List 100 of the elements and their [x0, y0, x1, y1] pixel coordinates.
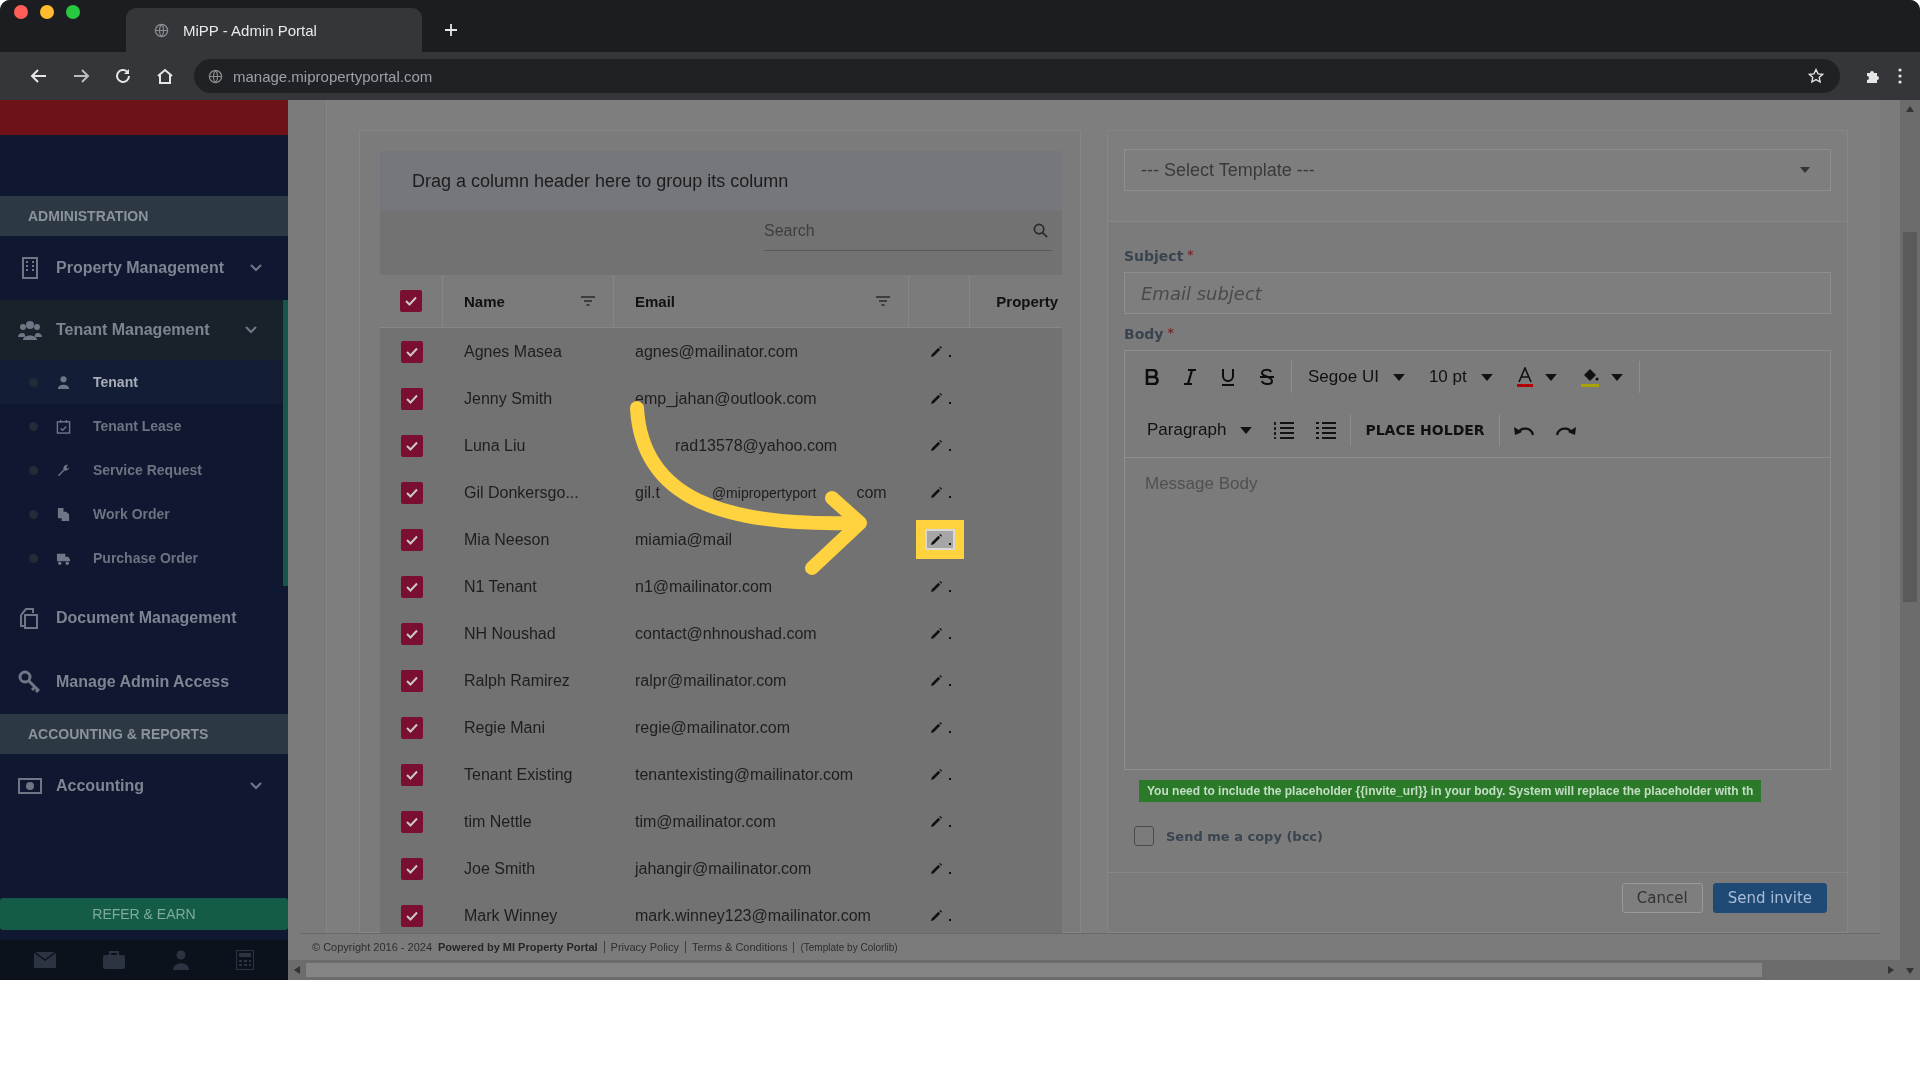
- email-cell: emp_jahan@outlook.com: [635, 389, 817, 407]
- close-window-button[interactable]: [14, 5, 28, 19]
- paragraph-dropdown[interactable]: Paragraph: [1147, 420, 1253, 440]
- checkmark-icon: [404, 294, 418, 308]
- placeholder-button[interactable]: PLACE HOLDER: [1365, 422, 1485, 438]
- row-checkbox[interactable]: [400, 387, 423, 410]
- filter-icon[interactable]: [581, 296, 595, 306]
- bulleted-list-icon[interactable]: [1316, 421, 1337, 439]
- italic-icon[interactable]: [1183, 369, 1197, 385]
- strikethrough-icon[interactable]: [1259, 368, 1275, 386]
- files-icon: [56, 506, 71, 522]
- email-cell: regie@mailinator.com: [635, 718, 790, 736]
- email-cell: rad13578@yahoo.com: [675, 436, 838, 454]
- bcc-checkbox[interactable]: [1134, 826, 1154, 846]
- select-all-checkbox[interactable]: [400, 290, 422, 312]
- pencil-icon: [929, 768, 943, 781]
- sidebar-item[interactable]: Property Management: [0, 236, 288, 300]
- caret-icon[interactable]: [1610, 373, 1623, 381]
- submenu-item[interactable]: Work Order: [0, 492, 283, 536]
- column-header[interactable]: Property: [970, 275, 1062, 327]
- vertical-scrollbar[interactable]: [1900, 100, 1920, 980]
- pencil-icon: [929, 580, 943, 593]
- column-header[interactable]: Email: [614, 275, 909, 327]
- template-select[interactable]: --- Select Template ---: [1124, 149, 1831, 191]
- bcc-label: Send me a copy (bcc): [1166, 828, 1323, 844]
- column-title: Email: [635, 292, 676, 310]
- scroll-right-icon[interactable]: [1888, 966, 1894, 974]
- row-checkbox[interactable]: [400, 716, 423, 739]
- new-tab-icon[interactable]: [444, 23, 458, 37]
- row-checkbox[interactable]: [400, 810, 423, 833]
- submenu-item[interactable]: Tenant: [0, 360, 283, 404]
- submenu-item[interactable]: Purchase Order: [0, 536, 283, 580]
- forward-icon[interactable]: [72, 67, 90, 85]
- powered-by-link[interactable]: Powered by MI Property Portal: [438, 941, 598, 953]
- row-checkbox[interactable]: [400, 528, 423, 551]
- scroll-down-icon[interactable]: [1906, 968, 1914, 974]
- pencil-icon: [929, 721, 943, 734]
- footer-link[interactable]: Privacy Policy: [603, 941, 680, 953]
- refer-and-earn-button[interactable]: REFER & EARN: [0, 898, 288, 930]
- scrollbar-thumb[interactable]: [306, 963, 1762, 977]
- name-cell-text: tim Nettle: [463, 812, 533, 831]
- row-checkbox[interactable]: [400, 763, 423, 786]
- sidebar-item[interactable]: Accounting: [0, 754, 288, 818]
- cancel-button[interactable]: Cancel: [1621, 883, 1703, 913]
- row-checkbox[interactable]: [400, 857, 423, 880]
- pencil-icon: [929, 392, 943, 405]
- users-icon: [18, 318, 42, 342]
- edit-button[interactable]: [915, 520, 964, 559]
- fill-color-icon[interactable]: [1580, 367, 1599, 387]
- horizontal-scrollbar[interactable]: [288, 960, 1900, 980]
- field-label: Body: [1124, 326, 1164, 342]
- submenu-item[interactable]: Tenant Lease: [0, 404, 283, 448]
- email-cell: n1@mailinator.com: [635, 577, 773, 595]
- text-color-icon[interactable]: [1516, 367, 1533, 387]
- submenu-item[interactable]: Service Request: [0, 448, 283, 492]
- filter-icon[interactable]: [876, 296, 890, 306]
- scroll-left-icon[interactable]: [294, 966, 300, 974]
- back-icon[interactable]: [30, 67, 48, 85]
- name-cell-text: Agnes Masea: [463, 342, 563, 361]
- search-icon[interactable]: [1033, 223, 1048, 238]
- row-checkbox[interactable]: [400, 622, 423, 645]
- browser-tab[interactable]: MiPP - Admin Portal: [126, 8, 422, 52]
- star-icon[interactable]: [1808, 68, 1824, 84]
- row-checkbox[interactable]: [400, 904, 423, 927]
- home-icon[interactable]: [156, 67, 174, 85]
- chevron-down-icon: [250, 264, 262, 272]
- font-size-dropdown[interactable]: 10 pt: [1428, 367, 1493, 387]
- row-checkbox[interactable]: [400, 575, 423, 598]
- footer-link[interactable]: Terms & Conditions: [685, 941, 788, 953]
- pencil-icon: [929, 345, 943, 358]
- name-cell-text: NH Noushad: [463, 624, 557, 643]
- numbered-list-icon[interactable]: [1274, 421, 1295, 439]
- group-hint: Drag a column header here to group its column: [412, 170, 789, 192]
- pencil-icon: [929, 815, 943, 828]
- email-cell: tenantexisting@mailinator.com: [635, 765, 854, 783]
- menu-icon[interactable]: [1898, 68, 1902, 84]
- minimize-window-button[interactable]: [40, 5, 54, 19]
- font-family-dropdown[interactable]: Segoe UI: [1308, 367, 1405, 387]
- sidebar-item[interactable]: Document Management: [0, 586, 288, 650]
- caret-icon: [1240, 426, 1253, 434]
- address-field[interactable]: manage.mipropertyportal.com: [194, 59, 1840, 93]
- reload-icon[interactable]: [114, 67, 132, 85]
- column-header[interactable]: Name: [443, 275, 614, 327]
- row-checkbox[interactable]: [400, 434, 423, 457]
- scroll-up-icon[interactable]: [1906, 106, 1914, 112]
- sidebar-item[interactable]: Manage Admin Access: [0, 650, 288, 714]
- row-checkbox[interactable]: [400, 481, 423, 504]
- name-cell-text: Tenant Existing: [463, 765, 574, 784]
- maximize-window-button[interactable]: [66, 5, 80, 19]
- calendar-icon: [56, 418, 71, 434]
- caret-icon[interactable]: [1544, 373, 1557, 381]
- bold-icon[interactable]: [1145, 369, 1159, 385]
- underline-icon[interactable]: [1221, 368, 1235, 386]
- send-invite-button[interactable]: Send invite: [1712, 883, 1827, 913]
- row-checkbox[interactable]: [400, 340, 423, 363]
- email-cell: gil.t: [635, 483, 660, 501]
- row-checkbox[interactable]: [400, 669, 423, 692]
- sidebar-item[interactable]: Tenant Management: [0, 300, 288, 360]
- caret-icon: [1480, 373, 1493, 381]
- pencil-icon: [929, 862, 943, 875]
